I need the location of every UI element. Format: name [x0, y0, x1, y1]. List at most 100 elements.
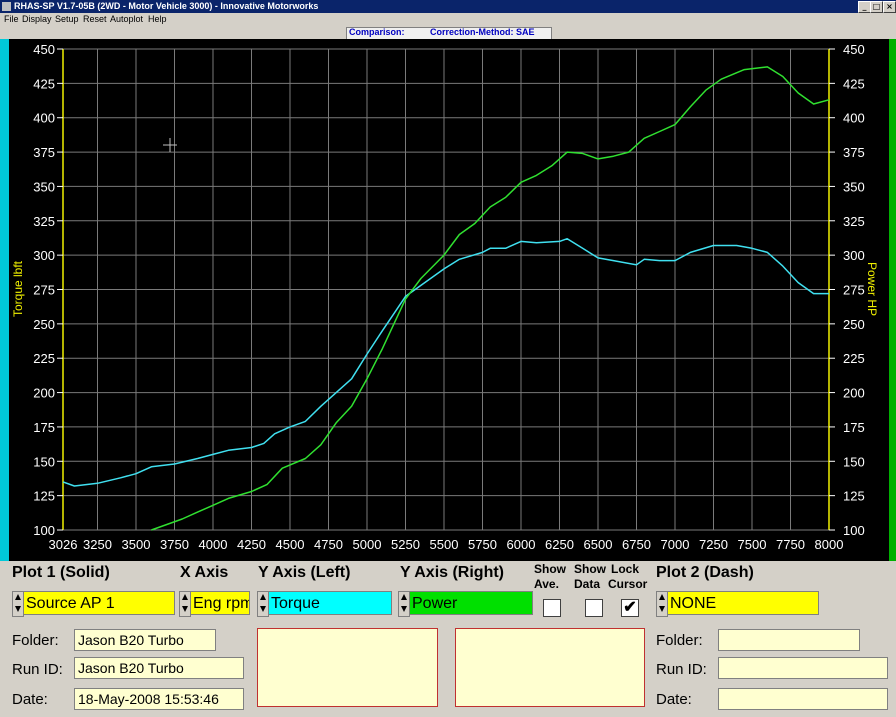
spin-down-icon[interactable]	[15, 606, 21, 612]
series-line-torque	[62, 237, 829, 487]
notes-box-2[interactable]	[455, 628, 645, 707]
menu-help[interactable]: Help	[148, 13, 167, 26]
show-ave-label-1: Show	[534, 562, 566, 576]
y-tick-label-left: 225	[33, 351, 55, 366]
x-tick-label: 7000	[661, 537, 690, 552]
yaxis-right-header: Y Axis (Right)	[400, 564, 505, 581]
run2-runid-label: Run ID:	[656, 661, 707, 678]
x-tick-label: 7750	[776, 537, 805, 552]
x-tick-label: 8000	[815, 537, 844, 552]
menu-file[interactable]: File	[4, 13, 19, 26]
spin-down-icon[interactable]	[401, 606, 407, 612]
run1-folder-field[interactable]: Jason B20 Turbo	[74, 629, 216, 651]
y-tick-label-left: 450	[33, 42, 55, 57]
y-tick-label-right: 325	[843, 214, 865, 229]
menu-autoplot[interactable]: Autoplot	[110, 13, 143, 26]
title-bar: RHAS-SP V1.7-05B (2WD - Motor Vehicle 30…	[0, 0, 896, 13]
y-axis-title-right: Power HP	[865, 262, 879, 316]
maximize-button[interactable]: □	[870, 1, 883, 13]
show-data-checkbox[interactable]	[585, 599, 603, 617]
yaxis-left-header: Y Axis (Left)	[258, 564, 351, 581]
run1-runid-label: Run ID:	[12, 661, 63, 678]
spin-up-icon[interactable]	[401, 594, 407, 600]
y-tick-label-left: 400	[33, 111, 55, 126]
x-tick-label: 4000	[199, 537, 228, 552]
comparison-bar: Comparison: Correction-Method: SAE	[0, 26, 896, 40]
y-tick-label-left: 250	[33, 317, 55, 332]
show-ave-checkbox[interactable]	[543, 599, 561, 617]
dyno-chart[interactable]: 100 100 125 125 150 150 175 175 200 200 225 225 250 2…	[0, 39, 896, 561]
window-title: RHAS-SP V1.7-05B (2WD - Motor Vehicle 30…	[14, 1, 319, 11]
y-tick-label-left: 425	[33, 76, 55, 91]
run2-runid-field[interactable]	[718, 657, 888, 679]
y-tick-label-left: 275	[33, 283, 55, 298]
y-tick-label-left: 300	[33, 248, 55, 263]
plot2-select[interactable]: NONE	[667, 591, 819, 615]
x-tick-label: 4500	[276, 537, 305, 552]
y-tick-label-right: 300	[843, 248, 865, 263]
menu-setup[interactable]: Setup	[55, 13, 79, 26]
xaxis-select[interactable]: Eng rpm	[190, 591, 250, 615]
close-button[interactable]: ×	[883, 1, 896, 13]
correction-method: Correction-Method: SAE	[430, 27, 535, 37]
spin-up-icon[interactable]	[15, 594, 21, 600]
x-tick-label: 5500	[430, 537, 459, 552]
y-tick-label-right: 400	[843, 111, 865, 126]
y-tick-label-left: 200	[33, 386, 55, 401]
y-tick-label-right: 250	[843, 317, 865, 332]
y-tick-label-right: 200	[843, 386, 865, 401]
x-tick-label: 6250	[545, 537, 574, 552]
y-tick-label-left: 125	[33, 489, 55, 504]
x-tick-label: 5250	[391, 537, 420, 552]
show-data-label-1: Show	[574, 562, 606, 576]
y-axis-title-left: Torque lbft	[11, 260, 25, 317]
y-tick-label-right: 375	[843, 145, 865, 160]
y-tick-label-right: 425	[843, 76, 865, 91]
spin-down-icon[interactable]	[260, 606, 266, 612]
spin-down-icon[interactable]	[182, 606, 188, 612]
x-tick-label: 7500	[738, 537, 767, 552]
spin-up-icon[interactable]	[659, 594, 665, 600]
lock-cursor-label-2: Cursor	[608, 577, 648, 591]
notes-box-1[interactable]	[257, 628, 438, 707]
plot1-source-select[interactable]: Source AP 1	[23, 591, 175, 615]
comparison-label: Comparison:	[349, 27, 405, 37]
xaxis-header: X Axis	[180, 564, 229, 581]
run2-folder-label: Folder:	[656, 632, 703, 649]
x-tick-label: 4250	[237, 537, 266, 552]
y-tick-label-left: 375	[33, 145, 55, 160]
menu-display[interactable]: Display	[22, 13, 52, 26]
spin-up-icon[interactable]	[182, 594, 188, 600]
x-tick-label: 3750	[160, 537, 189, 552]
run1-runid-field[interactable]: Jason B20 Turbo	[74, 657, 244, 679]
x-tick-label: 5750	[468, 537, 497, 552]
spin-up-icon[interactable]	[260, 594, 266, 600]
app-icon	[2, 2, 11, 11]
yaxis-left-select[interactable]: Torque	[268, 591, 392, 615]
y-tick-label-right: 175	[843, 420, 865, 435]
run1-date-field[interactable]: 18-May-2008 15:53:46	[74, 688, 244, 710]
x-tick-label: 3250	[83, 537, 112, 552]
y-tick-label-right: 450	[843, 42, 865, 57]
x-tick-label: 3026	[49, 537, 78, 552]
plot1-header: Plot 1 (Solid)	[12, 564, 110, 581]
spin-down-icon[interactable]	[659, 606, 665, 612]
yaxis-right-select[interactable]: Power	[409, 591, 533, 615]
x-tick-label: 5000	[353, 537, 382, 552]
x-tick-label: 3500	[122, 537, 151, 552]
lock-cursor-checkbox[interactable]: ✔	[621, 599, 639, 617]
run2-date-label: Date:	[656, 691, 692, 708]
show-data-label-2: Data	[574, 577, 601, 591]
y-tick-label-left: 100	[33, 523, 55, 538]
x-tick-label: 4750	[314, 537, 343, 552]
run1-date-label: Date:	[12, 691, 48, 708]
run2-folder-field[interactable]	[718, 629, 860, 651]
run1-folder-label: Folder:	[12, 632, 59, 649]
menu-reset[interactable]: Reset	[83, 13, 107, 26]
run2-date-field[interactable]	[718, 688, 888, 710]
y-tick-label-right: 275	[843, 283, 865, 298]
y-tick-label-right: 150	[843, 454, 865, 469]
y-tick-label-right: 125	[843, 489, 865, 504]
series-line-power	[151, 66, 830, 531]
y-tick-label-right: 350	[843, 179, 865, 194]
